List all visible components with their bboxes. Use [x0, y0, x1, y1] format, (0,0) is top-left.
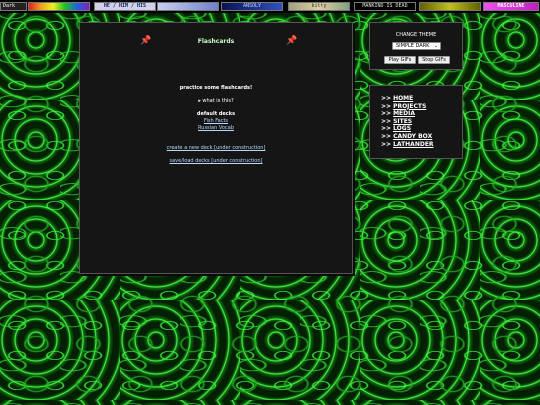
theme-select-value: SIMPLE DARK: [396, 43, 430, 49]
nav-arrow: >>: [381, 102, 392, 110]
page-title: Flashcards: [197, 38, 235, 45]
save-load-decks-link[interactable]: save/load decks [under construction]: [170, 158, 263, 164]
nav-arrow: >>: [381, 110, 392, 118]
nav-item-candy-box[interactable]: >> CANDY BOX: [381, 133, 434, 141]
nav-item-logs[interactable]: >> LOGS: [381, 125, 434, 133]
deck-link-russian-vocab[interactable]: Russian Vocab: [198, 125, 234, 131]
banner-badge-rainbow[interactable]: [28, 2, 90, 11]
nav-arrow: >>: [381, 95, 392, 102]
change-theme-label: CHANGE THEME: [395, 32, 437, 38]
nav-item-home[interactable]: >> HOME: [381, 95, 434, 103]
nav-arrow: >>: [381, 140, 392, 148]
banner-badge-kitty[interactable]: kitty: [288, 2, 350, 11]
nav-link-lathander[interactable]: LATHANDER: [393, 141, 433, 148]
nav-link-home[interactable]: HOME: [393, 95, 413, 102]
nav-item-projects[interactable]: >> PROJECTS: [381, 103, 434, 111]
default-decks-heading: default decks: [196, 111, 236, 117]
stop-gifs-button[interactable]: Stop GIFs: [418, 56, 450, 64]
banner-badge-mankind[interactable]: MANKIND IS DEAD: [354, 2, 416, 11]
banner-badge-ansoly[interactable]: ANSOLY: [221, 2, 283, 11]
nav-arrow: >>: [381, 117, 392, 125]
nav-link-logs[interactable]: LOGS: [393, 125, 411, 132]
play-gifs-button[interactable]: Play GIFs: [384, 56, 416, 64]
nav-link-candy-box[interactable]: CANDY BOX: [393, 133, 432, 140]
banner-badge-yellow[interactable]: [419, 2, 481, 11]
theme-select[interactable]: SIMPLE DARK ⌄: [392, 42, 441, 50]
nav-link-projects[interactable]: PROJECTS: [393, 103, 426, 110]
banner-badge-dark[interactable]: Dark: [0, 2, 27, 11]
nav-item-media[interactable]: >> MEDIA: [381, 110, 434, 118]
top-banner: Dark HE / HIM / HIS ANSOLY kitty MANKIND…: [0, 0, 540, 13]
chevron-down-icon: ⌄: [433, 43, 438, 49]
nav-item-sites[interactable]: >> SITES: [381, 118, 434, 126]
nav-link-media[interactable]: MEDIA: [393, 110, 415, 117]
pushpin-icon: 📌: [286, 36, 298, 46]
nav-link-sites[interactable]: SITES: [393, 118, 412, 125]
intro-text: practice some flashcards!: [179, 85, 253, 91]
banner-badge-blue[interactable]: [157, 2, 219, 11]
theme-panel: CHANGE THEME SIMPLE DARK ⌄ Play GIFs Sto…: [369, 22, 463, 70]
site-nav: >> HOME >> PROJECTS >> MEDIA >> SITES >> LOGS…: [369, 85, 463, 159]
what-is-this-toggle[interactable]: ▸ what is this?: [80, 98, 352, 104]
banner-badge-masculine[interactable]: MASCULINE: [483, 2, 539, 11]
create-deck-link[interactable]: create a new deck [under construction]: [167, 145, 266, 151]
banner-badge-pronouns[interactable]: HE / HIM / HIS: [94, 2, 156, 11]
nav-item-lathander[interactable]: >> LATHANDER: [381, 141, 434, 149]
deck-link-fish-facts[interactable]: Fish Facts: [204, 118, 228, 124]
flashcards-panel: 📌 Flashcards 📌 practice some flashcards!…: [79, 22, 353, 274]
nav-arrow: >>: [381, 132, 392, 140]
nav-arrow: >>: [381, 125, 392, 133]
